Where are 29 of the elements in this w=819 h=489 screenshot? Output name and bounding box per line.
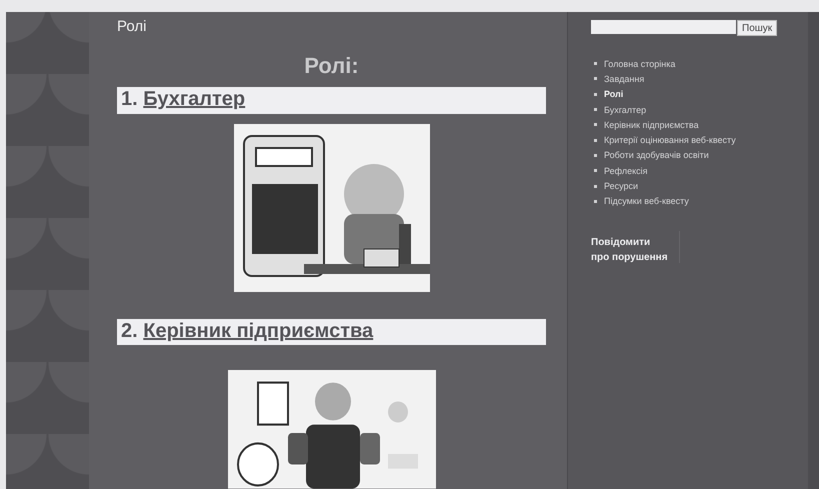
section-link[interactable]: Бухгалтер [143,88,246,110]
nav-link[interactable]: Головна сторінка [604,58,676,69]
section-number: 2. [121,320,138,342]
bullet-icon [594,123,597,126]
section-number: 1. [121,88,138,110]
section-link[interactable]: Керівник підприємства [143,320,374,342]
bullet-icon [594,77,597,80]
nav-link[interactable]: Завдання [604,74,644,84]
search-button[interactable]: Пошук [737,20,778,36]
nav-link[interactable]: Рефлексія [604,166,648,176]
bullet-icon [594,169,597,172]
nav-link[interactable]: Роботи здобувачів освіти [604,150,709,160]
nav-link[interactable]: Підсумки веб-квесту [604,196,689,206]
nav-link[interactable]: Ресурси [604,181,638,192]
bullet-icon [594,108,597,112]
bullet-icon [594,62,597,66]
bullet-icon [594,200,597,203]
bullet-icon [594,184,597,188]
nav-link[interactable]: Бухгалтер [604,104,646,115]
bullet-icon [594,92,597,96]
report-link[interactable]: Повідомити про порушення [591,230,669,265]
page-title: Ролі: [303,53,360,79]
bullet-icon [594,138,597,142]
search-field[interactable] [591,20,736,34]
breadcrumb: Ролі [117,18,148,35]
bullet-icon [594,154,597,157]
nav-link[interactable]: Критерії оцінювання веб-квесту [604,135,736,146]
nav-link[interactable]: Керівник підприємства [604,120,699,130]
nav-link[interactable]: Ролі [604,89,624,100]
